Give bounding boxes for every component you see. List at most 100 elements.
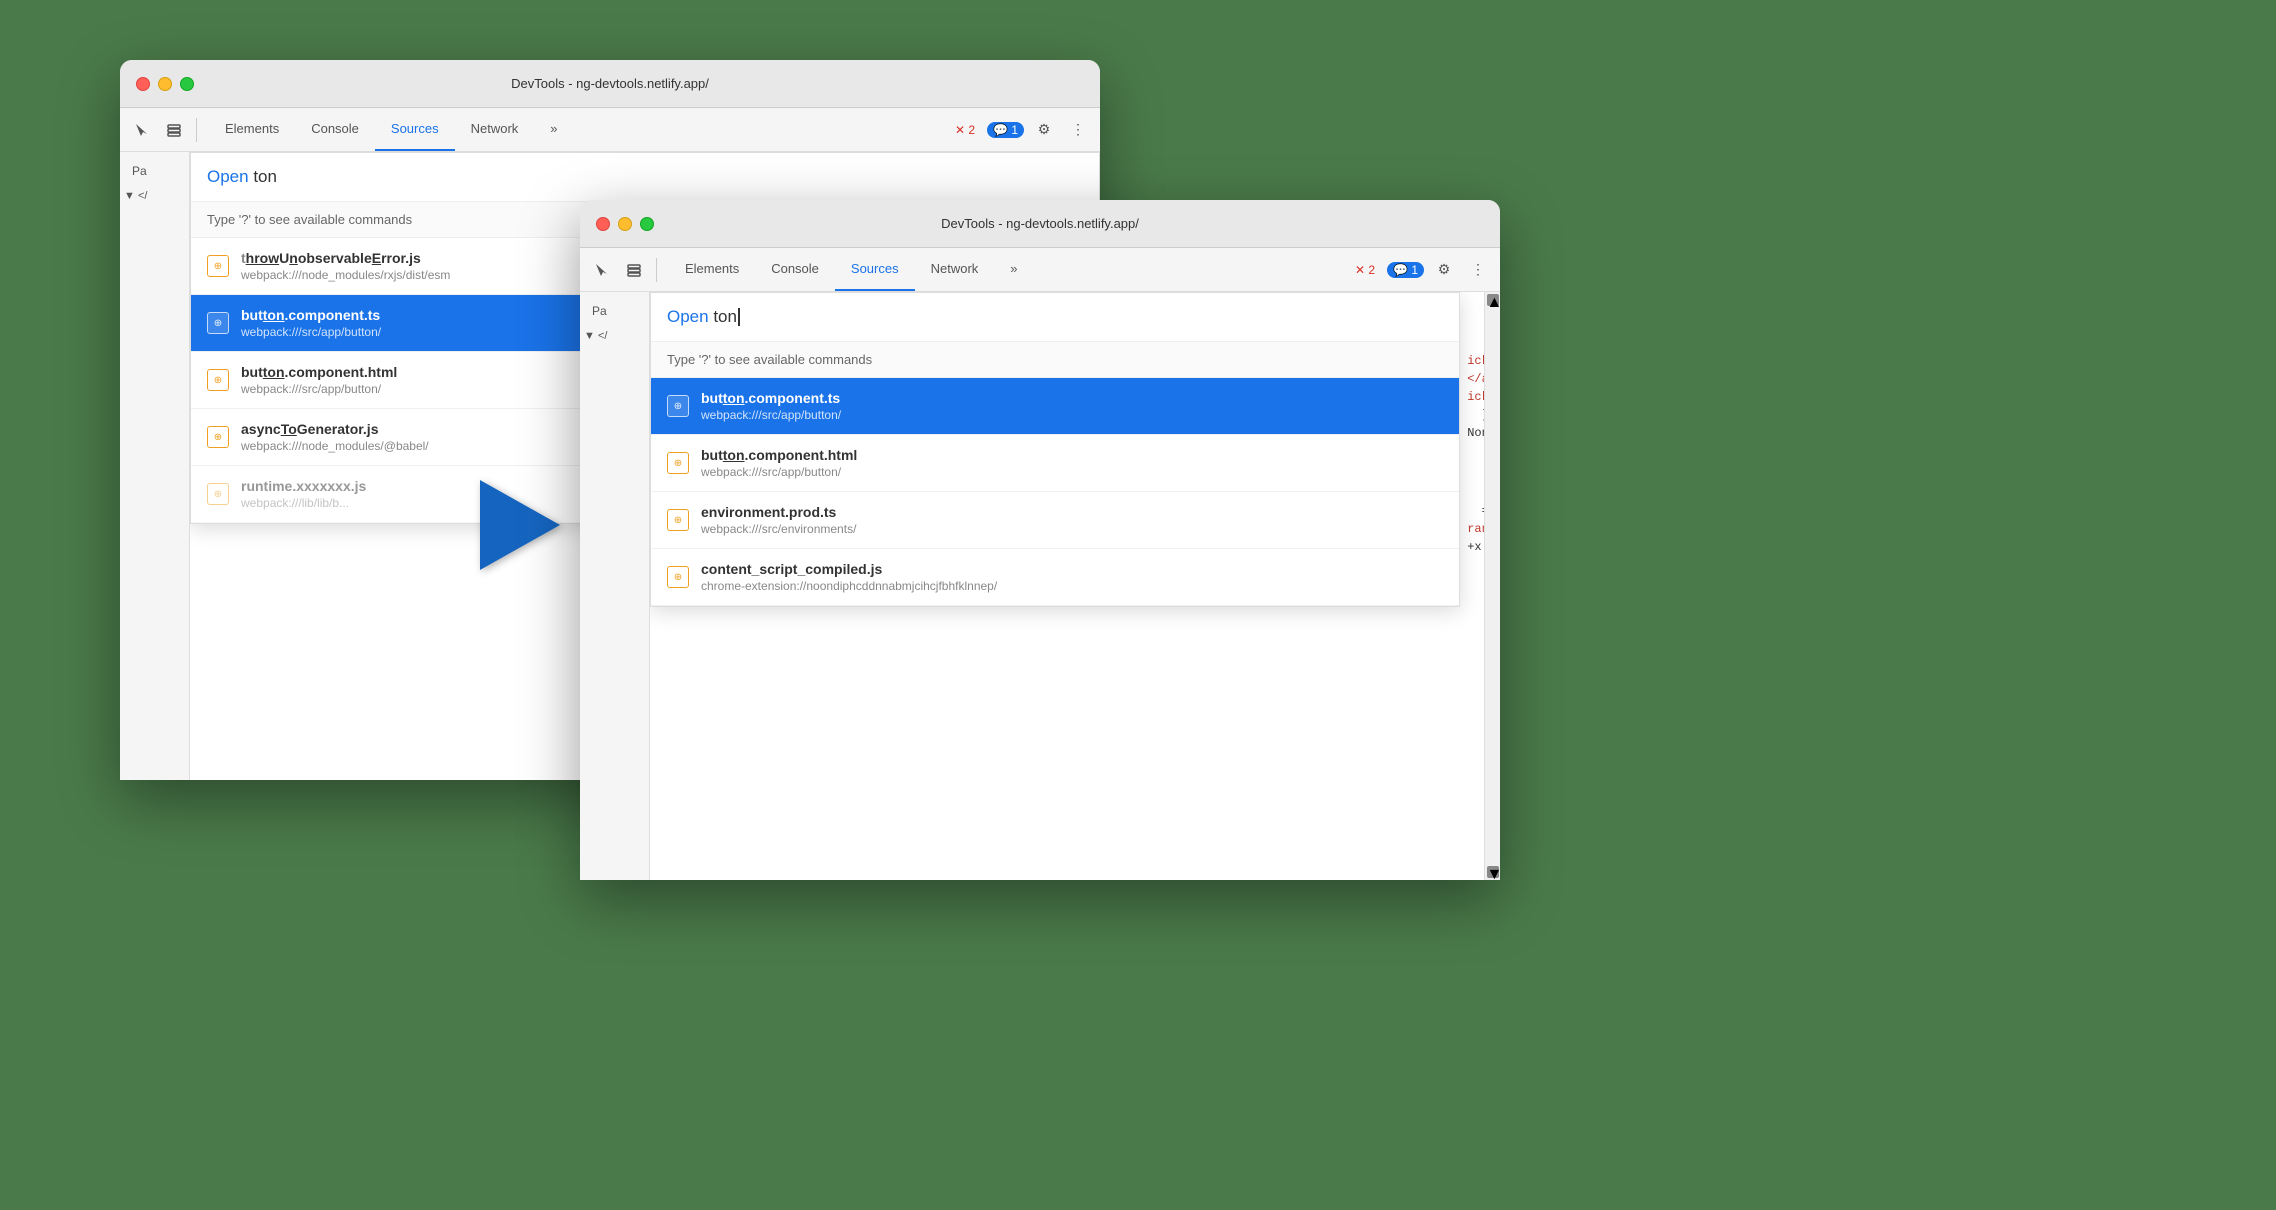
minimize-button-back[interactable] <box>158 77 172 91</box>
close-button-back[interactable] <box>136 77 150 91</box>
result-path-2-front: webpack:///src/app/button/ <box>701 465 857 479</box>
result-filename-1-back: throwUnobservableError.js <box>241 250 450 266</box>
file-icon-4-back: ⊕ <box>207 426 229 448</box>
tab-network-front[interactable]: Network <box>915 248 995 291</box>
result-filename-2-back: button.component.ts <box>241 307 381 323</box>
result-text-2-front: button.component.html webpack:///src/app… <box>701 447 857 479</box>
error-badge-back: ✕ 2 <box>949 121 981 139</box>
result-path-4-front: chrome-extension://noondiphcddnnabmjcihc… <box>701 579 997 593</box>
arrow-indicator <box>480 480 560 570</box>
cmd-open-label-back: Open <box>207 167 249 186</box>
tab-elements-front[interactable]: Elements <box>669 248 755 291</box>
result-text-1-front: button.component.ts webpack:///src/app/b… <box>701 390 841 422</box>
maximize-button-back[interactable] <box>180 77 194 91</box>
result-text-4-front: content_script_compiled.js chrome-extens… <box>701 561 997 593</box>
error-badge-front: ✕ 2 <box>1349 261 1381 279</box>
more-icon-back[interactable]: ⋮ <box>1064 116 1092 144</box>
cursor-icon-front[interactable] <box>588 256 616 284</box>
file-icon-2-front: ⊕ <box>667 452 689 474</box>
result-path-1-back: webpack:///node_modules/rxjs/dist/esm <box>241 268 450 282</box>
content-front: Pa ▼ </ ick) </ap ick) ], None => rand +… <box>580 292 1500 880</box>
sidebar-label-front: Pa <box>584 300 645 322</box>
result-filename-2-front: button.component.html <box>701 447 857 463</box>
layers-icon-front[interactable] <box>620 256 648 284</box>
more-icon-front[interactable]: ⋮ <box>1464 256 1492 284</box>
traffic-lights-front <box>596 217 654 231</box>
cursor-icon-back[interactable] <box>128 116 156 144</box>
file-icon-3-back: ⊕ <box>207 369 229 391</box>
result-path-1-front: webpack:///src/app/button/ <box>701 408 841 422</box>
devtools-window-front: DevTools - ng-devtools.netlify.app/ Elem… <box>580 200 1500 880</box>
file-icon-3-front: ⊕ <box>667 509 689 531</box>
result-path-2-back: webpack:///src/app/button/ <box>241 325 381 339</box>
message-badge-back: 💬 1 <box>987 122 1024 138</box>
scrollbar-front[interactable]: ▲ ▼ <box>1484 292 1500 880</box>
result-item-4-front[interactable]: ⊕ content_script_compiled.js chrome-exte… <box>651 549 1459 606</box>
result-text-3-front: environment.prod.ts webpack:///src/envir… <box>701 504 856 536</box>
sidebar-front: Pa ▼ </ <box>580 292 650 880</box>
close-button-front[interactable] <box>596 217 610 231</box>
result-path-4-back: webpack:///node_modules/@babel/ <box>241 439 429 453</box>
titlebar-front: DevTools - ng-devtools.netlify.app/ <box>580 200 1500 248</box>
result-item-3-front[interactable]: ⊕ environment.prod.ts webpack:///src/env… <box>651 492 1459 549</box>
result-text-4-back: asyncToGenerator.js webpack:///node_modu… <box>241 421 429 453</box>
toolbar-divider-back <box>196 118 197 142</box>
result-filename-1-front: button.component.ts <box>701 390 841 406</box>
toolbar-divider-front <box>656 258 657 282</box>
maximize-button-front[interactable] <box>640 217 654 231</box>
sidebar-label-back: Pa <box>124 160 185 182</box>
toolbar-back: Elements Console Sources Network » ✕ 2 💬… <box>120 108 1100 152</box>
result-text-5-back: runtime.xxxxxxx.js webpack:///lib/lib/b.… <box>241 478 366 510</box>
titlebar-back: DevTools - ng-devtools.netlify.app/ <box>120 60 1100 108</box>
tab-elements-back[interactable]: Elements <box>209 108 295 151</box>
sidebar-back: Pa ▼ </ <box>120 152 190 780</box>
arrow-shape <box>480 480 560 570</box>
file-icon-1-front: ⊕ <box>667 395 689 417</box>
toolbar-tabs-back: Elements Console Sources Network » <box>209 108 574 151</box>
settings-icon-back[interactable]: ⚙ <box>1030 116 1058 144</box>
cursor-front <box>738 308 740 326</box>
main-content-front: ick) </ap ick) ], None => rand +x | Open… <box>650 292 1500 880</box>
toolbar-right-front: ✕ 2 💬 1 ⚙ ⋮ <box>1349 256 1492 284</box>
result-text-2-back: button.component.ts webpack:///src/app/b… <box>241 307 381 339</box>
command-input-front[interactable]: Open ton <box>651 293 1459 342</box>
result-path-3-back: webpack:///src/app/button/ <box>241 382 397 396</box>
result-path-5-back: webpack:///lib/lib/b... <box>241 496 366 510</box>
cmd-open-label-front: Open <box>667 307 709 326</box>
tab-more-back[interactable]: » <box>534 108 573 151</box>
result-filename-5-back: runtime.xxxxxxx.js <box>241 478 366 494</box>
layers-icon-back[interactable] <box>160 116 188 144</box>
scroll-up-front[interactable]: ▲ <box>1487 294 1499 306</box>
file-icon-2-back: ⊕ <box>207 312 229 334</box>
message-badge-front: 💬 1 <box>1387 262 1424 278</box>
scroll-down-front[interactable]: ▼ <box>1487 866 1499 878</box>
toolbar-front: Elements Console Sources Network » ✕ 2 💬… <box>580 248 1500 292</box>
command-palette-front: Open ton Type '?' to see available comma… <box>650 292 1460 607</box>
result-item-1-front[interactable]: ⊕ button.component.ts webpack:///src/app… <box>651 378 1459 435</box>
tab-console-front[interactable]: Console <box>755 248 835 291</box>
command-hint-front: Type '?' to see available commands <box>651 342 1459 378</box>
cmd-query-front: ton <box>713 307 737 326</box>
tab-more-front[interactable]: » <box>994 248 1033 291</box>
file-icon-4-front: ⊕ <box>667 566 689 588</box>
result-filename-3-back: button.component.html <box>241 364 397 380</box>
command-input-back[interactable]: Open ton <box>191 153 1099 202</box>
minimize-button-front[interactable] <box>618 217 632 231</box>
result-filename-4-front: content_script_compiled.js <box>701 561 997 577</box>
tab-sources-back[interactable]: Sources <box>375 108 455 151</box>
file-icon-1-back: ⊕ <box>207 255 229 277</box>
result-item-2-front[interactable]: ⊕ button.component.html webpack:///src/a… <box>651 435 1459 492</box>
tab-console-back[interactable]: Console <box>295 108 375 151</box>
result-filename-3-front: environment.prod.ts <box>701 504 856 520</box>
tab-sources-front[interactable]: Sources <box>835 248 915 291</box>
window-title-back: DevTools - ng-devtools.netlify.app/ <box>511 76 709 91</box>
result-filename-4-back: asyncToGenerator.js <box>241 421 429 437</box>
toolbar-tabs-front: Elements Console Sources Network » <box>669 248 1034 291</box>
cmd-query-back: ton <box>253 167 277 186</box>
tab-network-back[interactable]: Network <box>455 108 535 151</box>
result-path-3-front: webpack:///src/environments/ <box>701 522 856 536</box>
file-icon-5-back: ⊕ <box>207 483 229 505</box>
settings-icon-front[interactable]: ⚙ <box>1430 256 1458 284</box>
result-text-1-back: throwUnobservableError.js webpack:///nod… <box>241 250 450 282</box>
toolbar-right-back: ✕ 2 💬 1 ⚙ ⋮ <box>949 116 1092 144</box>
